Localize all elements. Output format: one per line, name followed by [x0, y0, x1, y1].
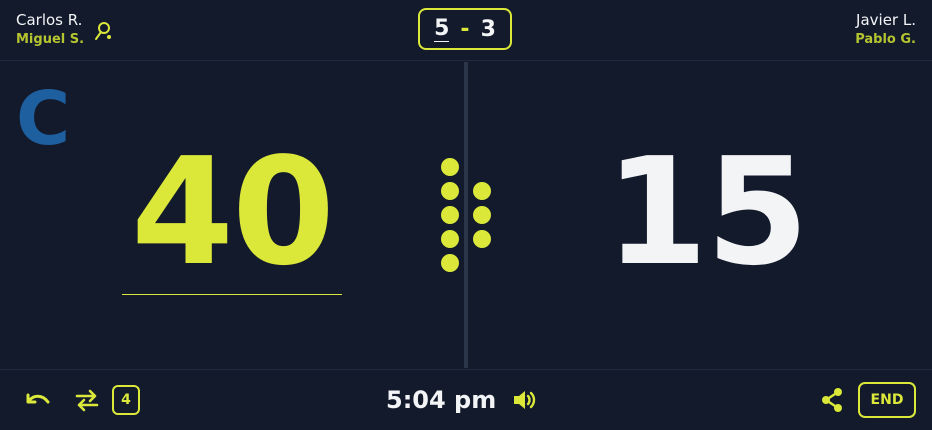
undo-icon[interactable] [24, 389, 52, 411]
speaker-icon[interactable] [512, 388, 538, 412]
clock-time: 5:04 pm [386, 386, 497, 414]
end-match-button[interactable]: END [858, 382, 916, 418]
team-right-player-2: Pablo G. [855, 32, 916, 47]
game-dot-left [441, 230, 459, 248]
court-letter: C [16, 76, 71, 162]
points-left[interactable]: 40 [82, 132, 382, 292]
set-score-left: 5 [434, 15, 450, 42]
game-dot-right [473, 206, 491, 224]
points-right[interactable]: 15 [556, 132, 856, 292]
count-badge[interactable]: 4 [112, 385, 140, 415]
game-dot-left [441, 158, 459, 176]
team-right-player-1: Javier L. [856, 11, 916, 29]
game-dot-left [441, 182, 459, 200]
center-divider [464, 62, 468, 368]
team-left-player-1: Carlos R. [16, 11, 83, 29]
serving-underline [122, 294, 342, 295]
team-right: Javier L. Pablo G. [855, 11, 916, 50]
swap-icon[interactable] [74, 388, 100, 412]
team-left: Carlos R. Miguel S. [16, 11, 84, 50]
team-left-player-2: Miguel S. [16, 32, 85, 47]
set-score-right: 3 [480, 16, 496, 42]
game-dot-left [441, 206, 459, 224]
game-dot-right [473, 230, 491, 248]
share-icon[interactable] [820, 387, 844, 413]
set-score: 5 - 3 [418, 8, 512, 50]
serve-racket-icon [95, 22, 111, 40]
set-score-separator: - [460, 16, 470, 42]
game-dot-left [441, 254, 459, 272]
game-dot-right [473, 182, 491, 200]
